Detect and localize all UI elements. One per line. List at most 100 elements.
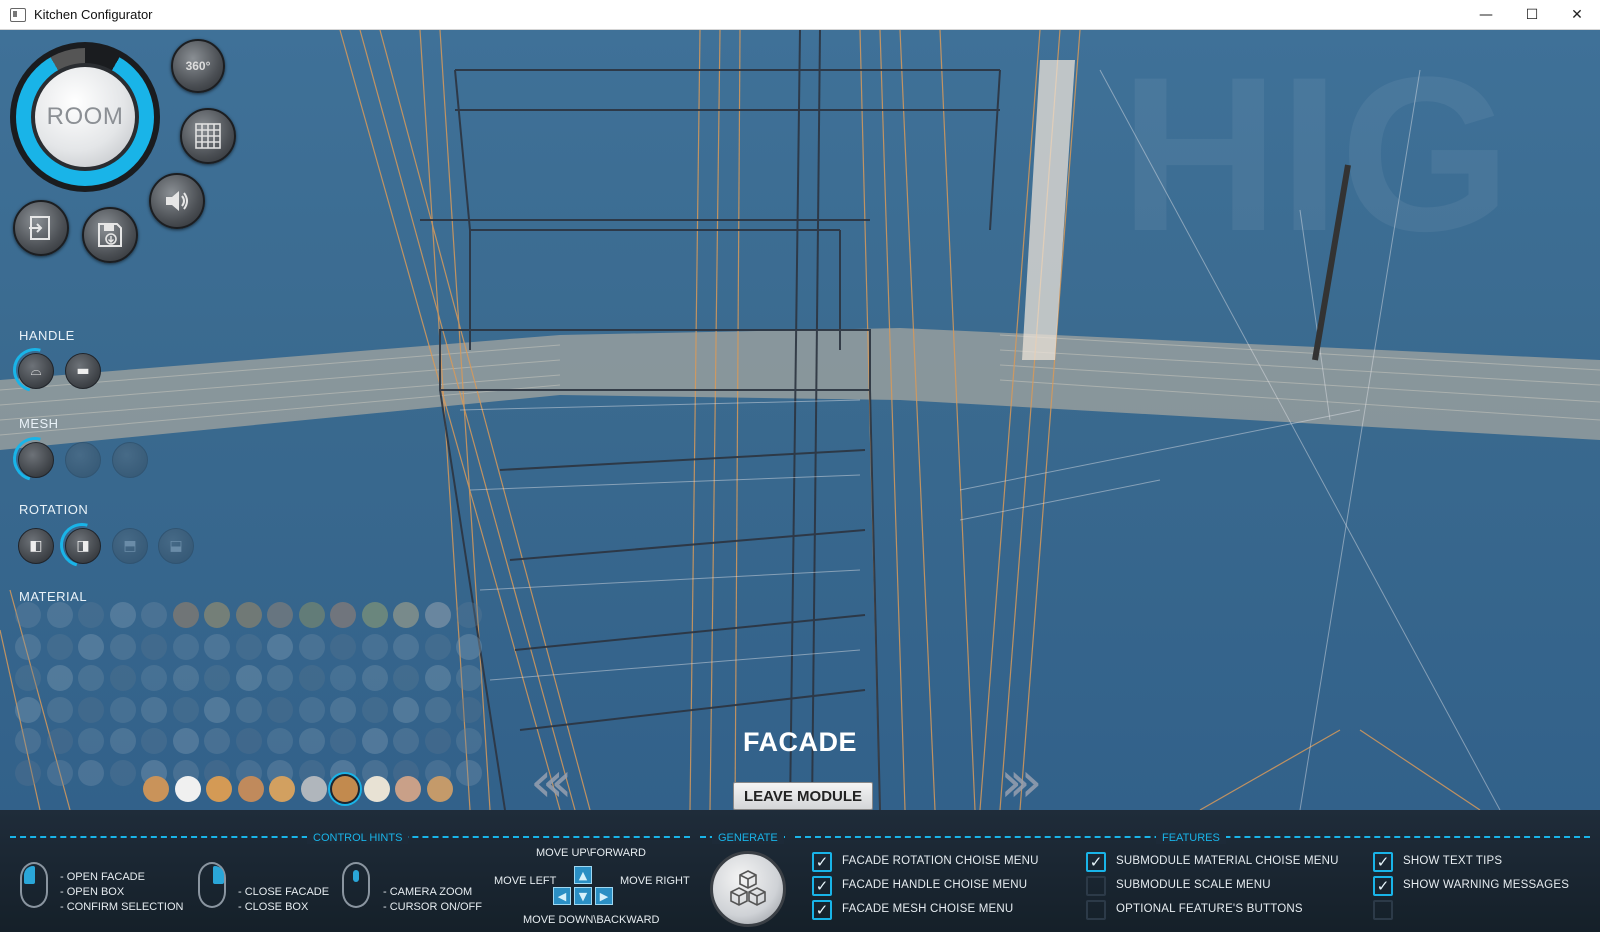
material-swatch[interactable] <box>424 633 451 660</box>
material-swatch[interactable] <box>456 665 482 691</box>
material-swatch[interactable] <box>235 665 262 691</box>
material-swatch[interactable] <box>361 665 388 691</box>
material-swatch[interactable] <box>204 728 230 754</box>
material-swatch[interactable] <box>172 602 199 628</box>
material-swatch[interactable] <box>172 728 199 754</box>
material-swatch[interactable] <box>235 633 262 660</box>
material-swatch[interactable] <box>109 759 136 786</box>
material-swatch[interactable] <box>456 696 482 723</box>
close-button[interactable]: ✕ <box>1554 0 1600 30</box>
material-swatch[interactable] <box>204 602 230 628</box>
sound-button[interactable] <box>149 173 205 229</box>
rotation-option-down[interactable]: ⬓ <box>158 528 194 564</box>
material-swatch[interactable] <box>109 728 136 754</box>
save-button[interactable] <box>82 207 138 263</box>
feature-checkbox[interactable]: ✓ <box>812 876 832 896</box>
material-swatch[interactable] <box>109 665 136 691</box>
material-swatch[interactable] <box>298 633 325 660</box>
material-swatch[interactable] <box>78 728 104 754</box>
material-swatch[interactable] <box>235 696 262 723</box>
material-swatch[interactable] <box>174 776 201 802</box>
material-swatch[interactable] <box>46 633 73 660</box>
material-swatch[interactable] <box>298 665 325 691</box>
material-swatch[interactable] <box>109 602 136 628</box>
material-swatch[interactable] <box>141 633 167 660</box>
grid-toggle-button[interactable] <box>180 108 236 164</box>
material-swatch[interactable] <box>426 776 453 802</box>
material-swatch[interactable] <box>300 776 327 802</box>
material-swatch[interactable] <box>267 665 293 691</box>
handle-option-2[interactable]: ▬ <box>65 353 101 389</box>
material-swatch[interactable] <box>78 696 104 723</box>
material-swatch[interactable] <box>15 602 41 628</box>
mesh-option-2[interactable] <box>65 442 101 478</box>
material-swatch[interactable] <box>361 696 388 723</box>
material-swatch[interactable] <box>298 728 325 754</box>
rotation-option-up[interactable]: ⬒ <box>112 528 148 564</box>
material-swatch[interactable] <box>393 633 419 660</box>
material-swatch[interactable] <box>456 728 482 754</box>
material-swatch[interactable] <box>363 776 390 802</box>
material-swatch[interactable] <box>172 633 199 660</box>
material-swatch[interactable] <box>330 602 356 628</box>
feature-checkbox[interactable]: ✓ <box>1373 852 1393 872</box>
feature-checkbox[interactable]: ✓ <box>812 852 832 872</box>
material-swatch-selected[interactable] <box>332 776 358 802</box>
feature-checkbox[interactable]: ✓ <box>1086 900 1106 920</box>
feature-checkbox[interactable]: ✓ <box>812 900 832 920</box>
minimize-button[interactable]: — <box>1463 0 1509 30</box>
material-swatch[interactable] <box>204 665 230 691</box>
material-swatch[interactable] <box>330 633 356 660</box>
rotation-option-right[interactable]: ◨ <box>65 528 101 564</box>
material-swatch[interactable] <box>172 696 199 723</box>
material-swatch[interactable] <box>298 696 325 723</box>
viewport-3d[interactable]: HIG <box>0 30 1600 810</box>
generate-button[interactable] <box>710 851 786 927</box>
material-swatch[interactable] <box>267 696 293 723</box>
next-module-icon[interactable]: ›» <box>1000 755 1042 811</box>
material-swatch[interactable] <box>141 728 167 754</box>
rotation-option-left[interactable]: ◧ <box>18 528 54 564</box>
material-swatch[interactable] <box>424 696 451 723</box>
material-swatch[interactable] <box>456 602 482 628</box>
material-swatch[interactable] <box>424 728 451 754</box>
material-swatch[interactable] <box>235 602 262 628</box>
material-swatch[interactable] <box>15 696 41 723</box>
material-swatch[interactable] <box>393 696 419 723</box>
exit-button[interactable] <box>13 200 69 256</box>
material-swatch[interactable] <box>424 665 451 691</box>
material-swatch[interactable] <box>78 602 104 628</box>
feature-checkbox[interactable]: ✓ <box>1086 852 1106 872</box>
material-swatch[interactable] <box>298 602 325 628</box>
material-swatch[interactable] <box>361 728 388 754</box>
material-swatch[interactable] <box>78 633 104 660</box>
material-swatch[interactable] <box>204 696 230 723</box>
material-swatch[interactable] <box>141 602 167 628</box>
material-swatch[interactable] <box>78 759 104 786</box>
rotate-360-button[interactable]: 360° <box>171 39 225 93</box>
material-swatch[interactable] <box>46 759 73 786</box>
material-swatch[interactable] <box>15 665 41 691</box>
material-swatch[interactable] <box>330 728 356 754</box>
material-swatch[interactable] <box>330 665 356 691</box>
material-swatch[interactable] <box>46 728 73 754</box>
material-swatch[interactable] <box>15 728 41 754</box>
material-swatch[interactable] <box>141 665 167 691</box>
material-swatch[interactable] <box>46 696 73 723</box>
material-swatch[interactable] <box>395 776 421 802</box>
feature-checkbox[interactable]: ✓ <box>1086 876 1106 896</box>
feature-checkbox[interactable]: ✓ <box>1373 876 1393 896</box>
material-swatch[interactable] <box>172 665 199 691</box>
feature-checkbox[interactable]: ✓ <box>1373 900 1393 920</box>
material-swatch[interactable] <box>393 728 419 754</box>
material-swatch[interactable] <box>269 776 295 802</box>
previous-module-icon[interactable]: «‹ <box>530 755 572 811</box>
material-swatch[interactable] <box>393 665 419 691</box>
material-swatch[interactable] <box>361 633 388 660</box>
material-swatch[interactable] <box>235 728 262 754</box>
material-swatch[interactable] <box>330 696 356 723</box>
material-swatch[interactable] <box>109 696 136 723</box>
material-swatch[interactable] <box>15 759 41 786</box>
material-swatch[interactable] <box>46 665 73 691</box>
material-swatch[interactable] <box>46 602 73 628</box>
